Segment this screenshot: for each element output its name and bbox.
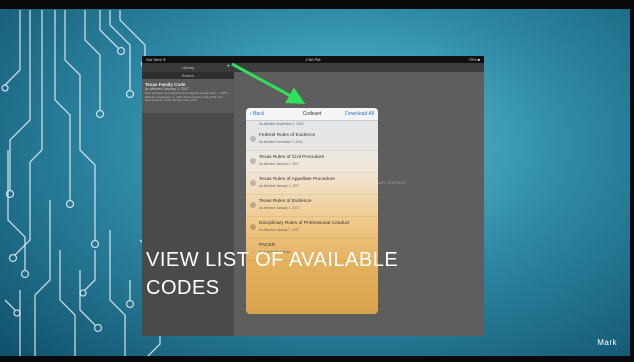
green-arrow-icon [231, 62, 306, 104]
caption-line-2: CODES [146, 277, 220, 299]
caption-line-1: VIEW LIST OF AVAILABLE [146, 249, 399, 271]
author-label: Mark [597, 338, 617, 347]
slide: Not Sent ✈ 2:50 PM 79% ■ Library + Searc… [0, 0, 634, 362]
slide-caption: VIEW LIST OF AVAILABLE CODES [146, 246, 398, 302]
